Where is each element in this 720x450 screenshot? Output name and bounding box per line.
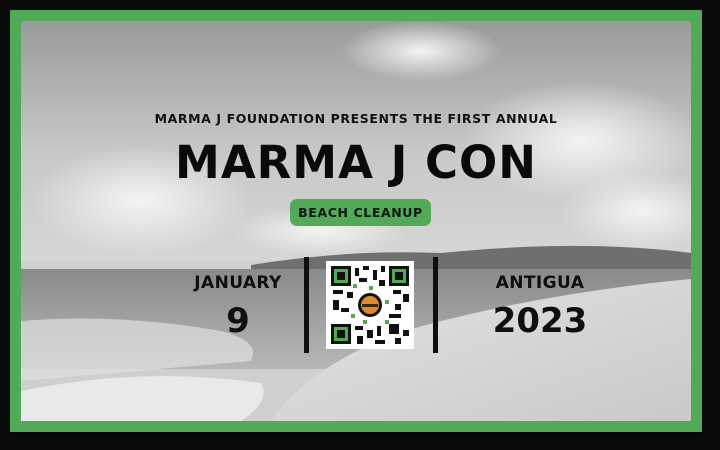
date-day: 9 xyxy=(226,301,250,341)
location-place: ANTIGUA xyxy=(495,273,585,293)
right-divider xyxy=(433,257,438,353)
event-year: 2023 xyxy=(492,301,588,341)
poster-frame: MARMA J FOUNDATION PRESENTS THE FIRST AN… xyxy=(10,10,702,432)
beach-photo: MARMA J FOUNDATION PRESENTS THE FIRST AN… xyxy=(21,21,691,421)
left-divider xyxy=(304,257,309,353)
beach-cleanup-badge: BEACH CLEANUP xyxy=(290,199,431,226)
date-month: JANUARY xyxy=(194,273,282,293)
event-title: MARMA J CON xyxy=(175,136,537,189)
qr-code[interactable] xyxy=(326,261,414,349)
presents-line: MARMA J FOUNDATION PRESENTS THE FIRST AN… xyxy=(154,111,558,126)
badge-label: BEACH CLEANUP xyxy=(298,205,423,220)
qr-code-icon xyxy=(329,264,411,346)
